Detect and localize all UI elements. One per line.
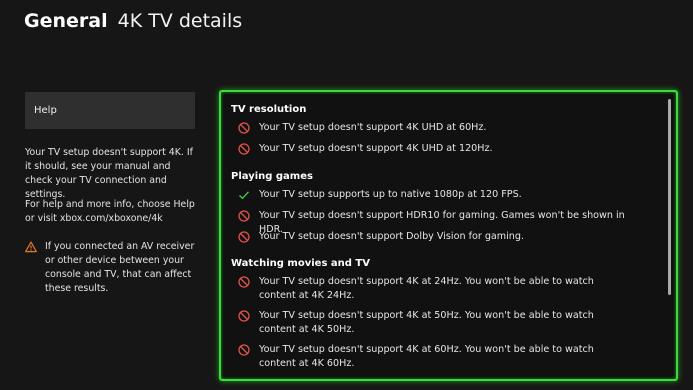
list-item: Your TV setup doesn't support 4K UHD at … [238, 142, 633, 156]
help-button-label: Help [34, 105, 57, 116]
not-supported-icon [238, 210, 250, 222]
item-text: Your TV setup doesn't support Dolby Visi… [259, 231, 525, 242]
page-title: General [24, 10, 108, 32]
item-text: Your TV setup doesn't support 4K at 50Hz… [259, 310, 594, 335]
not-supported-icon [238, 276, 250, 288]
item-text: Your TV setup doesn't support 4K UHD at … [259, 143, 493, 154]
section-heading-tv-resolution: TV resolution [231, 104, 307, 115]
page-subtitle: 4K TV details [117, 10, 243, 32]
section-heading-watching: Watching movies and TV [231, 258, 370, 269]
info-paragraph: Your TV setup doesn't support 4K. If it … [25, 147, 193, 200]
list-item: Your TV setup doesn't support Dolby Visi… [238, 230, 633, 244]
list-item: Your TV setup doesn't support 4K at 60Hz… [238, 343, 633, 371]
list-item: Your TV setup doesn't support 4K at 50Hz… [238, 309, 633, 337]
help-button[interactable]: Help [25, 92, 195, 129]
item-text: Your TV setup doesn't support 4K UHD at … [259, 122, 487, 133]
warning-note: If you connected an AV receiver or other… [25, 240, 205, 296]
not-supported-icon [238, 310, 250, 322]
page-header: General 4K TV details [24, 10, 242, 40]
item-text: Your TV setup doesn't support 4K at 60Hz… [259, 344, 594, 369]
not-supported-icon [238, 344, 250, 356]
warning-icon [25, 241, 37, 253]
not-supported-icon [238, 231, 250, 243]
warning-text: If you connected an AV receiver or other… [45, 241, 195, 294]
section-heading-playing-games: Playing games [231, 171, 313, 182]
help-paragraph: For help and more info, choose Help or v… [25, 199, 195, 224]
tv-details-panel[interactable]: TV resolution Your TV setup doesn't supp… [219, 90, 678, 381]
not-supported-icon [238, 122, 250, 134]
list-item: Your TV setup doesn't support 4K at 24Hz… [238, 275, 633, 303]
list-item: Your TV setup supports up to native 1080… [238, 188, 633, 202]
item-text: Your TV setup doesn't support 4K at 24Hz… [259, 276, 594, 301]
list-item: Your TV setup doesn't support 4K UHD at … [238, 121, 633, 135]
not-supported-icon [238, 143, 250, 155]
item-text: Your TV setup supports up to native 1080… [259, 189, 522, 200]
checkmark-icon [239, 191, 250, 200]
scrollbar[interactable] [668, 99, 671, 295]
